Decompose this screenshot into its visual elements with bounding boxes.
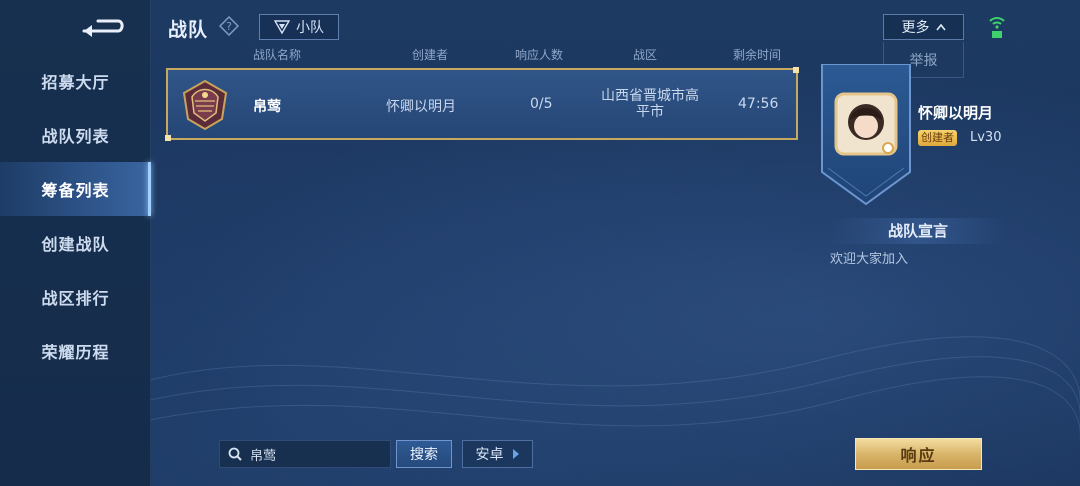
wifi-signal-icon [989, 17, 1005, 38]
declaration-text: 欢迎大家加入 [830, 252, 909, 267]
region-line-2: 平市 [636, 104, 664, 120]
search-button[interactable]: 搜索 [396, 440, 452, 468]
declaration-title: 战队宣言 [830, 218, 1006, 244]
column-header-region: 战区 [633, 48, 658, 62]
platform-button[interactable]: 安卓 [462, 440, 533, 468]
svg-text:?: ? [226, 20, 232, 33]
more-button-label: 更多 [901, 20, 930, 36]
sidebar-item-recruit-hall[interactable]: 招募大厅 [0, 54, 151, 108]
search-icon [228, 447, 242, 461]
platform-button-label: 安卓 [475, 447, 504, 463]
sidebar-item-glory-history[interactable]: 荣耀历程 [0, 324, 151, 378]
column-header-team-name: 战队名称 [253, 48, 302, 62]
sidebar-item-label: 荣耀历程 [41, 343, 110, 362]
team-emblem-icon [182, 79, 228, 131]
sidebar-item-label: 战区排行 [41, 289, 110, 308]
detail-creator-name: 怀卿以明月 [918, 104, 994, 122]
creator-level: Lv30 [970, 130, 1002, 145]
sidebar-item-label: 招募大厅 [41, 73, 110, 92]
creator-badge: 创建者 [918, 130, 957, 146]
sidebar-item-label: 战队列表 [41, 127, 110, 146]
respond-button[interactable]: 响应 [855, 438, 982, 470]
table-row[interactable]: 帛莺 怀卿以明月 0/5 山西省晋城市高 平市 47:56 [165, 67, 799, 141]
search-box [219, 440, 391, 468]
squad-button-label: 小队 [296, 20, 324, 36]
sidebar-item-create-team[interactable]: 创建战队 [0, 216, 151, 270]
creator-avatar-banner [821, 64, 911, 206]
chevron-up-icon [935, 23, 946, 31]
sidebar: 招募大厅 战队列表 筹备列表 创建战队 战区排行 荣耀历程 [0, 0, 151, 486]
region-line-1: 山西省晋城市高 [601, 88, 699, 104]
sidebar-item-team-list[interactable]: 战队列表 [0, 108, 151, 162]
time-left: 47:56 [738, 96, 779, 112]
more-button[interactable]: 更多 [883, 14, 964, 40]
sidebar-item-label: 筹备列表 [41, 181, 110, 200]
column-header-responses: 响应人数 [515, 48, 564, 62]
response-count: 0/5 [530, 96, 553, 112]
column-header-creator: 创建者 [412, 48, 449, 62]
search-input[interactable] [250, 446, 380, 462]
sidebar-item-region-rank[interactable]: 战区排行 [0, 270, 151, 324]
help-icon[interactable]: ? [219, 16, 239, 36]
region: 山西省晋城市高 平市 [600, 88, 700, 120]
team-name: 帛莺 [253, 99, 281, 115]
creator-name: 怀卿以明月 [386, 99, 456, 115]
column-header-time-left: 剩余时间 [733, 48, 782, 62]
squad-button[interactable]: 小队 [259, 14, 339, 40]
sidebar-item-preparing-list[interactable]: 筹备列表 [0, 162, 151, 216]
caret-right-icon [512, 449, 519, 459]
back-arrow-icon[interactable] [78, 13, 128, 39]
squad-emblem-icon [274, 20, 290, 34]
sidebar-item-label: 创建战队 [41, 235, 110, 254]
page-title: 战队 [168, 19, 209, 41]
